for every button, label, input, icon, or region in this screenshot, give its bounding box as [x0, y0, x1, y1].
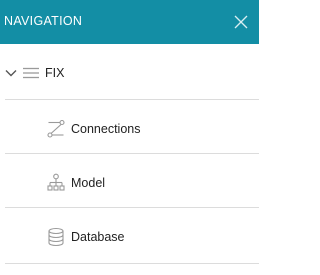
divider [5, 99, 259, 100]
tree-item-model[interactable]: Model [0, 156, 259, 210]
chevron-down-icon[interactable] [4, 67, 18, 79]
close-icon[interactable] [233, 14, 249, 30]
navigation-header: NAVIGATION [0, 0, 259, 44]
navigation-title: NAVIGATION [4, 13, 83, 28]
hamburger-list-icon [21, 66, 41, 80]
tree-item-label: Connections [71, 121, 141, 136]
tree-item-label: Database [71, 229, 125, 244]
tree-item-label: Model [71, 175, 106, 190]
tree-item-fix[interactable]: FIX [0, 48, 259, 98]
navigation-panel: NAVIGATION FIX Connections Model Databas… [0, 0, 259, 275]
divider [5, 207, 259, 208]
divider [5, 263, 259, 264]
model-hierarchy-icon [46, 173, 66, 193]
tree-item-connections[interactable]: Connections [0, 102, 259, 156]
database-icon [46, 227, 66, 247]
divider [5, 153, 259, 154]
tree-item-label: FIX [45, 65, 65, 80]
tree-item-database[interactable]: Database [0, 210, 259, 264]
connections-icon [46, 119, 66, 139]
